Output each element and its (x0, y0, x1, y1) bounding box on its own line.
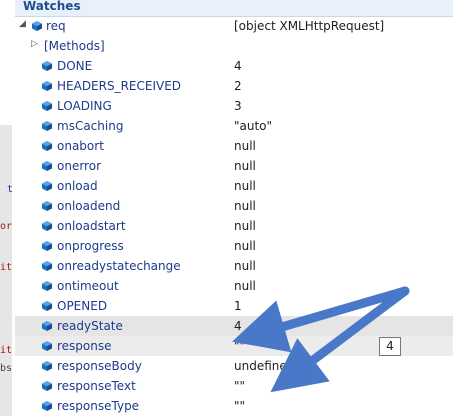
property-cube-icon (42, 141, 52, 151)
property-cube-icon (42, 221, 52, 231)
watch-row-headers_received[interactable]: HEADERS_RECEIVED 2 (15, 76, 453, 96)
watch-value: 2 (234, 79, 242, 93)
property-cube-icon (42, 161, 52, 171)
property-cube-icon (42, 61, 52, 71)
watch-name: msCaching (57, 119, 124, 133)
watch-row-onabort[interactable]: onabort null (15, 136, 453, 156)
property-cube-icon (42, 281, 52, 291)
watch-value: "" (234, 379, 246, 393)
watch-name: onloadstart (57, 219, 126, 233)
watch-row-methods[interactable]: ▷ [Methods] (15, 36, 453, 56)
watch-value: 3 (234, 99, 242, 113)
watch-name: LOADING (57, 99, 112, 113)
expand-triangle-icon[interactable]: ▷ (31, 39, 38, 49)
property-cube-icon (42, 301, 52, 311)
property-cube-icon (42, 401, 52, 411)
watch-name: HEADERS_RECEIVED (57, 79, 182, 93)
watch-row-loading[interactable]: LOADING 3 (15, 96, 453, 116)
watch-name: readyState (57, 319, 123, 333)
watch-row-opened[interactable]: OPENED 1 (15, 296, 453, 316)
watch-name: req (46, 19, 66, 33)
watch-name: onabort (57, 139, 104, 153)
property-cube-icon (42, 341, 52, 351)
property-cube-icon (32, 21, 42, 31)
watch-row-mscaching[interactable]: msCaching "auto" (15, 116, 453, 136)
watch-row-readystate[interactable]: readyState 4 (15, 316, 453, 336)
watch-name: OPENED (57, 299, 108, 313)
watch-value: "auto" (234, 119, 273, 133)
watch-name: onloadend (57, 199, 121, 213)
watch-name: responseType (57, 399, 140, 413)
watch-name: onreadystatechange (57, 259, 181, 273)
watch-name: ontimeout (57, 279, 119, 293)
watch-value: [object XMLHttpRequest] (234, 19, 385, 33)
watch-row-onprogress[interactable]: onprogress null (15, 236, 453, 256)
watch-value: 1 (234, 299, 242, 313)
watches-panel-header: Watches (15, 0, 453, 17)
watch-row-ontimeout[interactable]: ontimeout null (15, 276, 453, 296)
code-fragment: or (0, 221, 13, 232)
watch-value: "" (234, 399, 246, 413)
panel-title: Watches (23, 0, 81, 13)
property-cube-icon (42, 201, 52, 211)
property-cube-icon (42, 181, 52, 191)
watch-row-onload[interactable]: onload null (15, 176, 453, 196)
watch-row-responsetext[interactable]: responseText "" (15, 376, 453, 396)
watch-row-done[interactable]: DONE 4 (15, 56, 453, 76)
watch-value: null (234, 279, 256, 293)
watch-row-responsetype[interactable]: responseType "" (15, 396, 453, 416)
watch-row-onerror[interactable]: onerror null (15, 156, 453, 176)
watch-value: null (234, 199, 256, 213)
property-cube-icon (42, 261, 52, 271)
watch-name: responseBody (57, 359, 142, 373)
code-fragment: t (7, 184, 14, 195)
watch-value: null (234, 139, 256, 153)
watch-list: ◢ req [object XMLHttpRequest] ▷ [Methods… (15, 16, 453, 416)
code-fragment: bs (0, 363, 13, 374)
watch-value: null (234, 179, 256, 193)
watch-row-onloadstart[interactable]: onloadstart null (15, 216, 453, 236)
watch-value: 4 (234, 319, 242, 333)
watch-row-onloadend[interactable]: onloadend null (15, 196, 453, 216)
watch-row-responsebody[interactable]: responseBody undefined (15, 356, 453, 376)
code-editor-edge: t or it it bs (0, 0, 15, 416)
property-cube-icon (42, 121, 52, 131)
watch-value: null (234, 259, 256, 273)
property-cube-icon (42, 381, 52, 391)
watch-value: "" (234, 339, 246, 353)
watch-name: onprogress (57, 239, 124, 253)
watch-row-onreadystatechange[interactable]: onreadystatechange null (15, 256, 453, 276)
watch-name: onload (57, 179, 98, 193)
watch-value: null (234, 219, 256, 233)
code-fragment: it (0, 345, 13, 356)
property-cube-icon (42, 81, 52, 91)
watch-name: onerror (57, 159, 101, 173)
watch-name: response (57, 339, 112, 353)
property-cube-icon (42, 101, 52, 111)
property-cube-icon (42, 241, 52, 251)
collapse-triangle-icon[interactable]: ◢ (19, 19, 26, 29)
code-fragment: it (0, 262, 13, 273)
watch-name: DONE (57, 59, 93, 73)
watch-row-req[interactable]: ◢ req [object XMLHttpRequest] (15, 16, 453, 36)
watch-value: null (234, 239, 256, 253)
watch-name: [Methods] (44, 39, 105, 53)
watch-value: undefined (234, 359, 295, 373)
watch-value: 4 (234, 59, 242, 73)
property-cube-icon (42, 361, 52, 371)
watch-name: responseText (57, 379, 136, 393)
property-cube-icon (42, 321, 52, 331)
value-tooltip: 4 (379, 337, 401, 356)
watch-value: null (234, 159, 256, 173)
